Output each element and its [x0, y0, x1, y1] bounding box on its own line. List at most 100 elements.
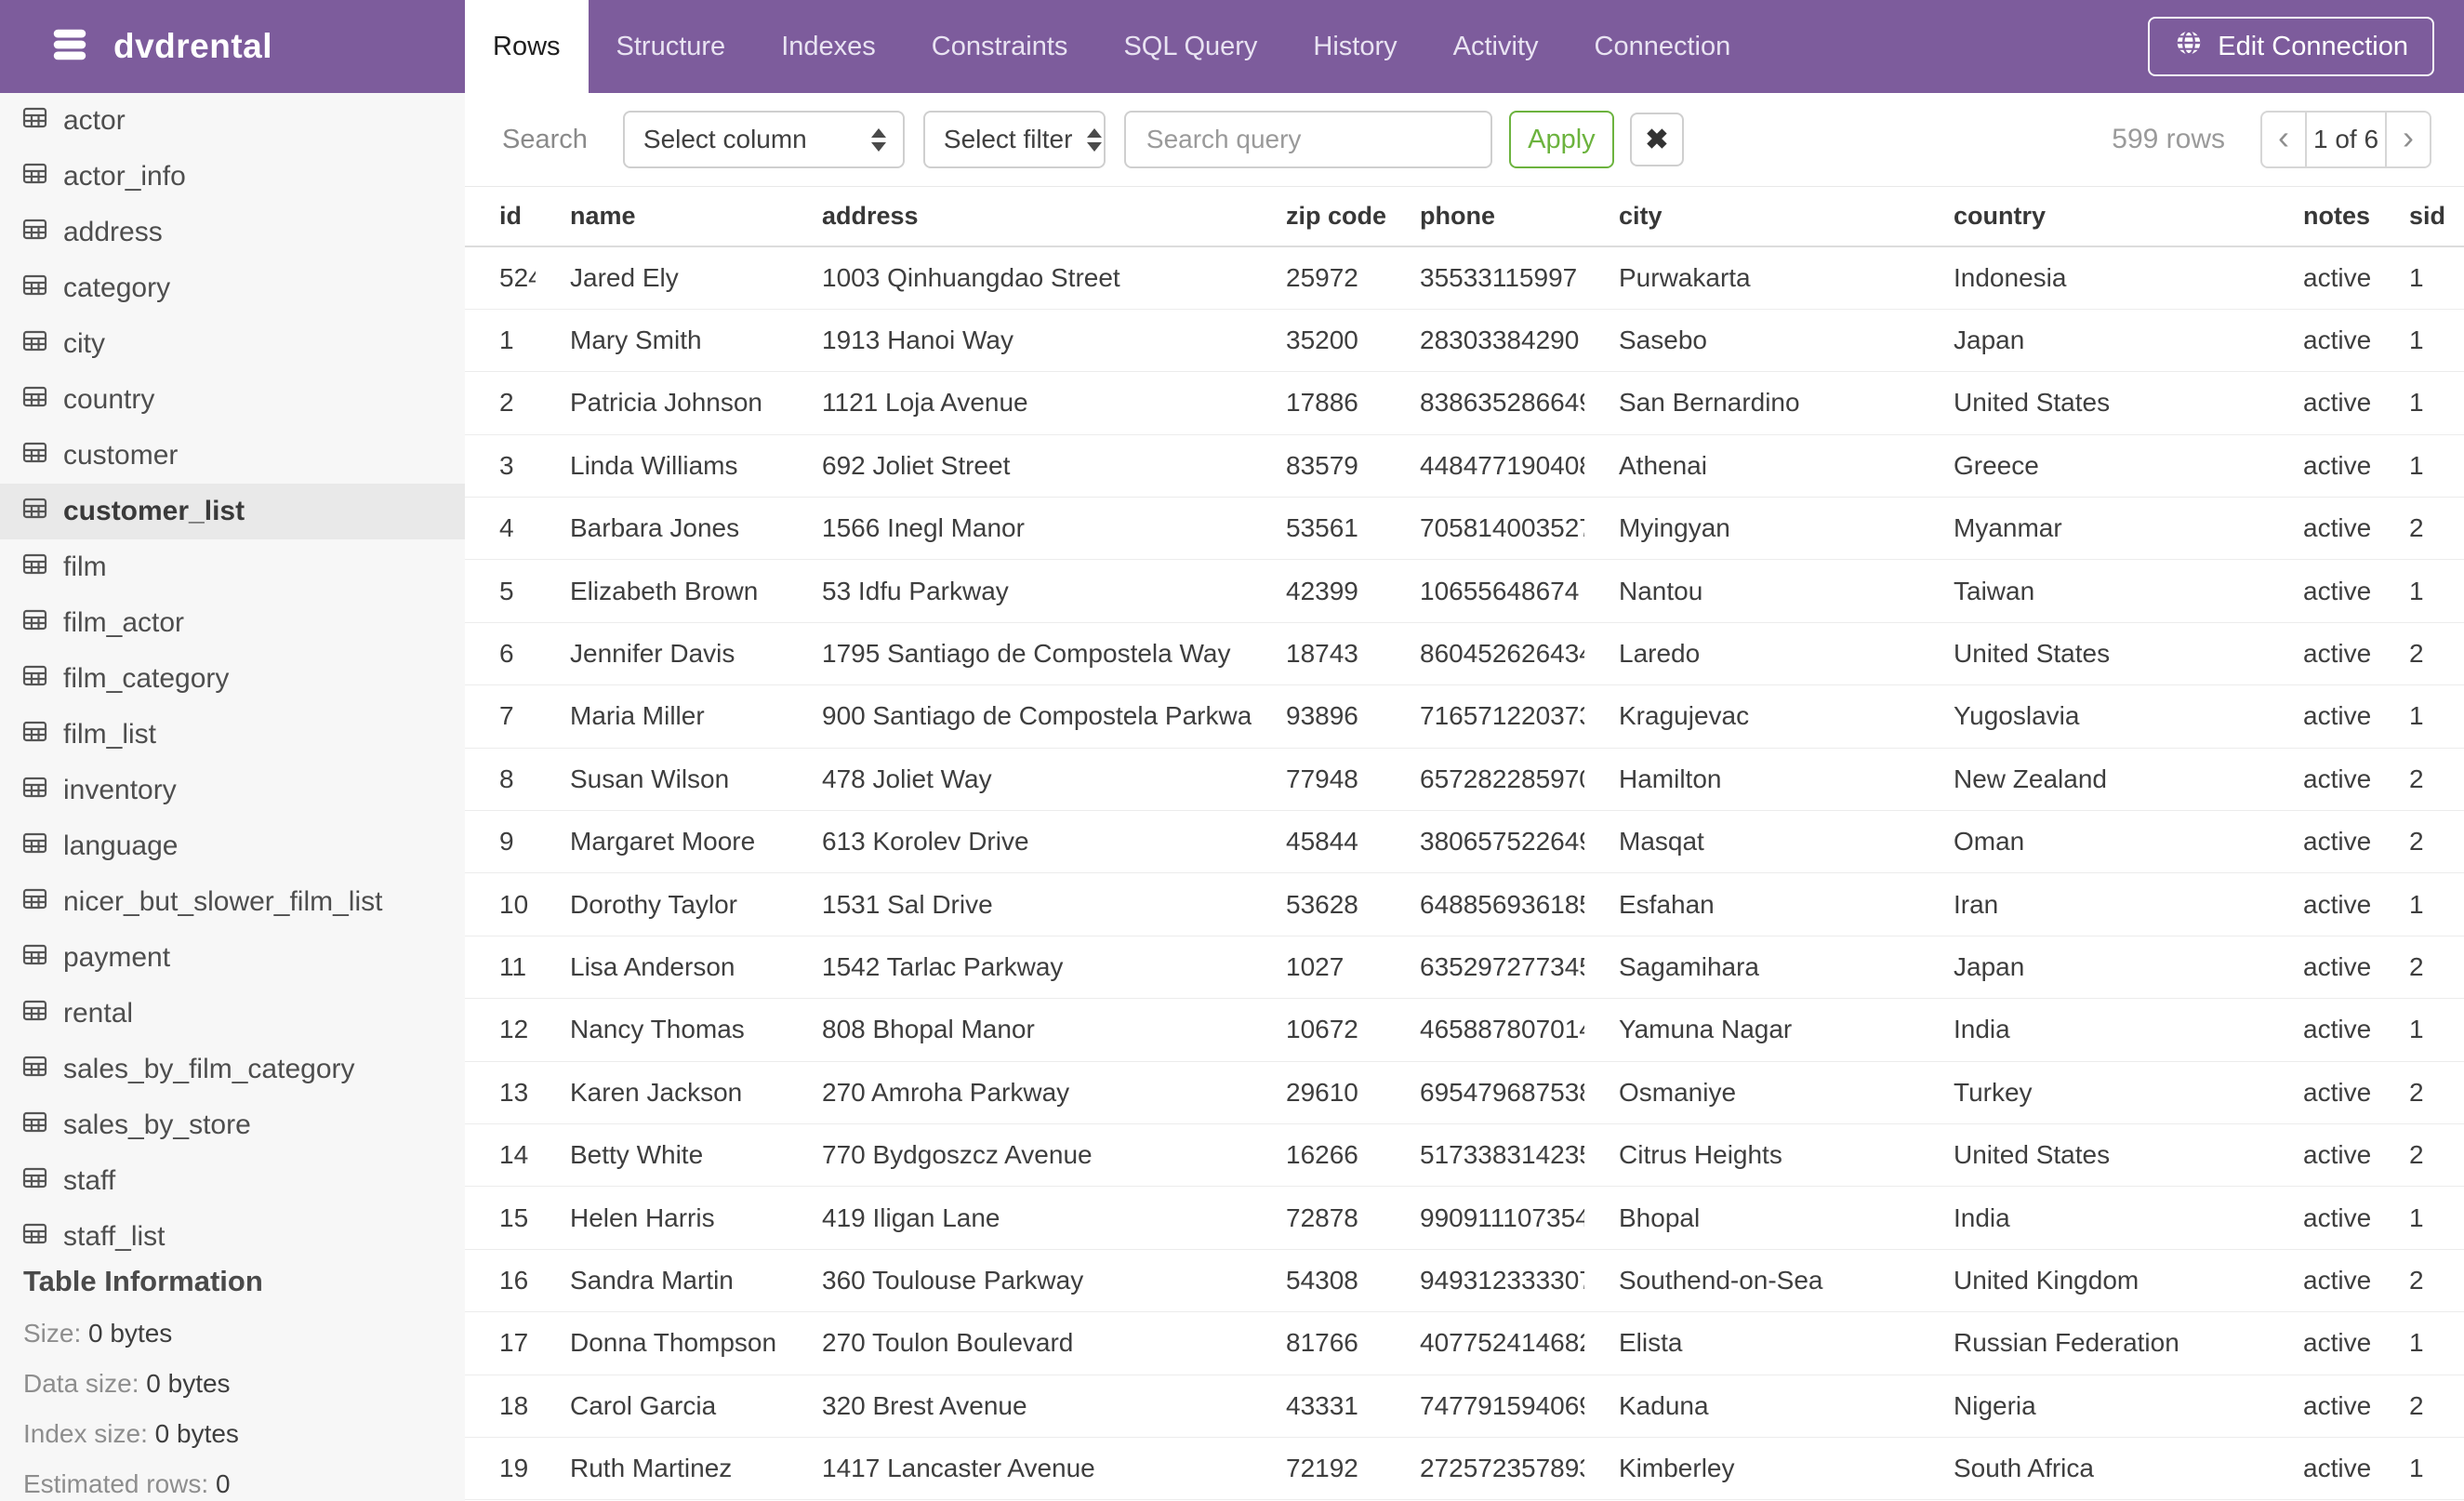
sidebar-item-customer-list[interactable]: customer_list [0, 484, 465, 539]
table-cell[interactable]: United States [1919, 622, 2269, 686]
table-cell[interactable]: 19 [465, 1437, 536, 1501]
table-cell[interactable]: 2 [2375, 1249, 2464, 1313]
table-cell[interactable]: Athenai [1584, 434, 1919, 498]
table-cell[interactable]: Maria Miller [536, 684, 788, 749]
tab-constraints[interactable]: Constraints [904, 0, 1096, 93]
table-cell[interactable]: active [2269, 684, 2375, 749]
table-cell[interactable]: Ruth Martinez [536, 1437, 788, 1501]
table-cell[interactable]: 838635286649 [1385, 371, 1584, 435]
table-cell[interactable]: 2 [2375, 810, 2464, 874]
table-cell[interactable]: 2 [2375, 497, 2464, 561]
table-cell[interactable]: Nigeria [1919, 1375, 2269, 1438]
table-row[interactable]: 5 Elizabeth Brown 53 Idfu Parkway 42399 1065… [465, 559, 2464, 623]
table-cell[interactable]: 14 [465, 1123, 536, 1188]
table-cell[interactable]: Yamuna Nagar [1584, 998, 1919, 1062]
table-cell[interactable]: 81766 [1252, 1311, 1385, 1375]
table-cell[interactable]: Myanmar [1919, 497, 2269, 561]
table-cell[interactable]: 17 [465, 1311, 536, 1375]
table-cell[interactable]: Russian Federation [1919, 1311, 2269, 1375]
table-row[interactable]: 19 Ruth Martinez 1417 Lancaster Avenue 7219… [465, 1437, 2464, 1501]
table-cell[interactable]: 45844 [1252, 810, 1385, 874]
table-cell[interactable]: 272572357893 [1385, 1437, 1584, 1501]
table-cell[interactable]: 747791594069 [1385, 1375, 1584, 1438]
column-header-notes[interactable]: notes [2269, 187, 2375, 247]
table-cell[interactable]: 28303384290 [1385, 309, 1584, 373]
sidebar-item-city[interactable]: city [0, 316, 465, 372]
table-cell[interactable]: active [2269, 622, 2375, 686]
table-cell[interactable]: 18743 [1252, 622, 1385, 686]
table-cell[interactable]: 1 [2375, 1311, 2464, 1375]
table-cell[interactable]: active [2269, 559, 2375, 623]
table-cell[interactable]: 1 [2375, 246, 2464, 310]
table-cell[interactable]: 53628 [1252, 872, 1385, 936]
column-header-id[interactable]: id [465, 187, 536, 247]
table-cell[interactable]: active [2269, 1437, 2375, 1501]
table-cell[interactable]: 407752414682 [1385, 1311, 1584, 1375]
table-cell[interactable]: 18 [465, 1375, 536, 1438]
table-cell[interactable]: active [2269, 1249, 2375, 1313]
table-row[interactable]: 12 Nancy Thomas 808 Bhopal Manor 10672 46588… [465, 998, 2464, 1062]
table-row[interactable]: 13 Karen Jackson 270 Amroha Parkway 29610 69… [465, 1061, 2464, 1124]
table-cell[interactable]: San Bernardino [1584, 371, 1919, 435]
sidebar-item-sales-by-store[interactable]: sales_by_store [0, 1097, 465, 1153]
table-cell[interactable]: United Kingdom [1919, 1249, 2269, 1313]
table-cell[interactable]: 320 Brest Avenue [788, 1375, 1252, 1438]
table-cell[interactable]: New Zealand [1919, 748, 2269, 812]
table-cell[interactable]: 949312333307 [1385, 1249, 1584, 1313]
table-cell[interactable]: 270 Toulon Boulevard [788, 1311, 1252, 1375]
table-cell[interactable]: Nancy Thomas [536, 998, 788, 1062]
table-cell[interactable]: Indonesia [1919, 246, 2269, 310]
table-cell[interactable]: 6 [465, 622, 536, 686]
table-cell[interactable]: Karen Jackson [536, 1061, 788, 1124]
edit-connection-button[interactable]: Edit Connection [2148, 17, 2434, 76]
table-row[interactable]: 6 Jennifer Davis 1795 Santiago de Composte… [465, 622, 2464, 686]
table-row[interactable]: 8 Susan Wilson 478 Joliet Way 77948 65728228… [465, 748, 2464, 812]
table-cell[interactable]: Oman [1919, 810, 2269, 874]
table-row[interactable]: 18 Carol Garcia 320 Brest Avenue 43331 74779… [465, 1375, 2464, 1438]
table-cell[interactable]: Jennifer Davis [536, 622, 788, 686]
tab-sql-query[interactable]: SQL Query [1095, 0, 1285, 93]
table-cell[interactable]: Patricia Johnson [536, 371, 788, 435]
sidebar-item-staff[interactable]: staff [0, 1153, 465, 1209]
table-cell[interactable]: Masqat [1584, 810, 1919, 874]
table-cell[interactable]: active [2269, 434, 2375, 498]
tab-rows[interactable]: Rows [465, 0, 589, 93]
sidebar-item-customer[interactable]: customer [0, 428, 465, 484]
table-cell[interactable]: 5 [465, 559, 536, 623]
column-header-country[interactable]: country [1919, 187, 2269, 247]
apply-button[interactable]: Apply [1508, 111, 1614, 168]
table-cell[interactable]: Hamilton [1584, 748, 1919, 812]
table-row[interactable]: 10 Dorothy Taylor 1531 Sal Drive 53628 64885… [465, 872, 2464, 936]
column-header-city[interactable]: city [1584, 187, 1919, 247]
table-cell[interactable]: active [2269, 309, 2375, 373]
table-cell[interactable]: 770 Bydgoszcz Avenue [788, 1123, 1252, 1188]
table-cell[interactable]: 517338314235 [1385, 1123, 1584, 1188]
sidebar-item-film-actor[interactable]: film_actor [0, 595, 465, 651]
table-cell[interactable]: 4 [465, 497, 536, 561]
sidebar-item-country[interactable]: country [0, 372, 465, 428]
table-row[interactable]: 524Jared Ely1003 Qinhuangdao Street25972… [465, 246, 2464, 310]
sidebar-item-address[interactable]: address [0, 205, 465, 260]
table-cell[interactable]: Citrus Heights [1584, 1123, 1919, 1188]
table-cell[interactable]: active [2269, 1061, 2375, 1124]
search-query-input[interactable] [1123, 111, 1492, 168]
table-cell[interactable]: Kaduna [1584, 1375, 1919, 1438]
table-cell[interactable]: Esfahan [1584, 872, 1919, 936]
table-cell[interactable]: 25972 [1252, 246, 1385, 310]
table-cell[interactable]: active [2269, 748, 2375, 812]
table-cell[interactable]: Sagamihara [1584, 936, 1919, 1000]
table-cell[interactable]: 524 [465, 246, 536, 310]
table-cell[interactable]: 2 [2375, 622, 2464, 686]
tab-connection[interactable]: Connection [1567, 0, 1759, 93]
table-cell[interactable]: Barbara Jones [536, 497, 788, 561]
table-row[interactable]: 16 Sandra Martin 360 Toulouse Parkway 54308… [465, 1249, 2464, 1313]
table-cell[interactable]: 1566 Inegl Manor [788, 497, 1252, 561]
table-cell[interactable]: 13 [465, 1061, 536, 1124]
table-cell[interactable]: Kimberley [1584, 1437, 1919, 1501]
table-cell[interactable]: Dorothy Taylor [536, 872, 788, 936]
table-cell[interactable]: active [2269, 1311, 2375, 1375]
table-cell[interactable]: 11 [465, 936, 536, 1000]
table-cell[interactable]: 8 [465, 748, 536, 812]
table-cell[interactable]: Taiwan [1919, 559, 2269, 623]
table-cell[interactable]: Jared Ely [536, 246, 788, 310]
